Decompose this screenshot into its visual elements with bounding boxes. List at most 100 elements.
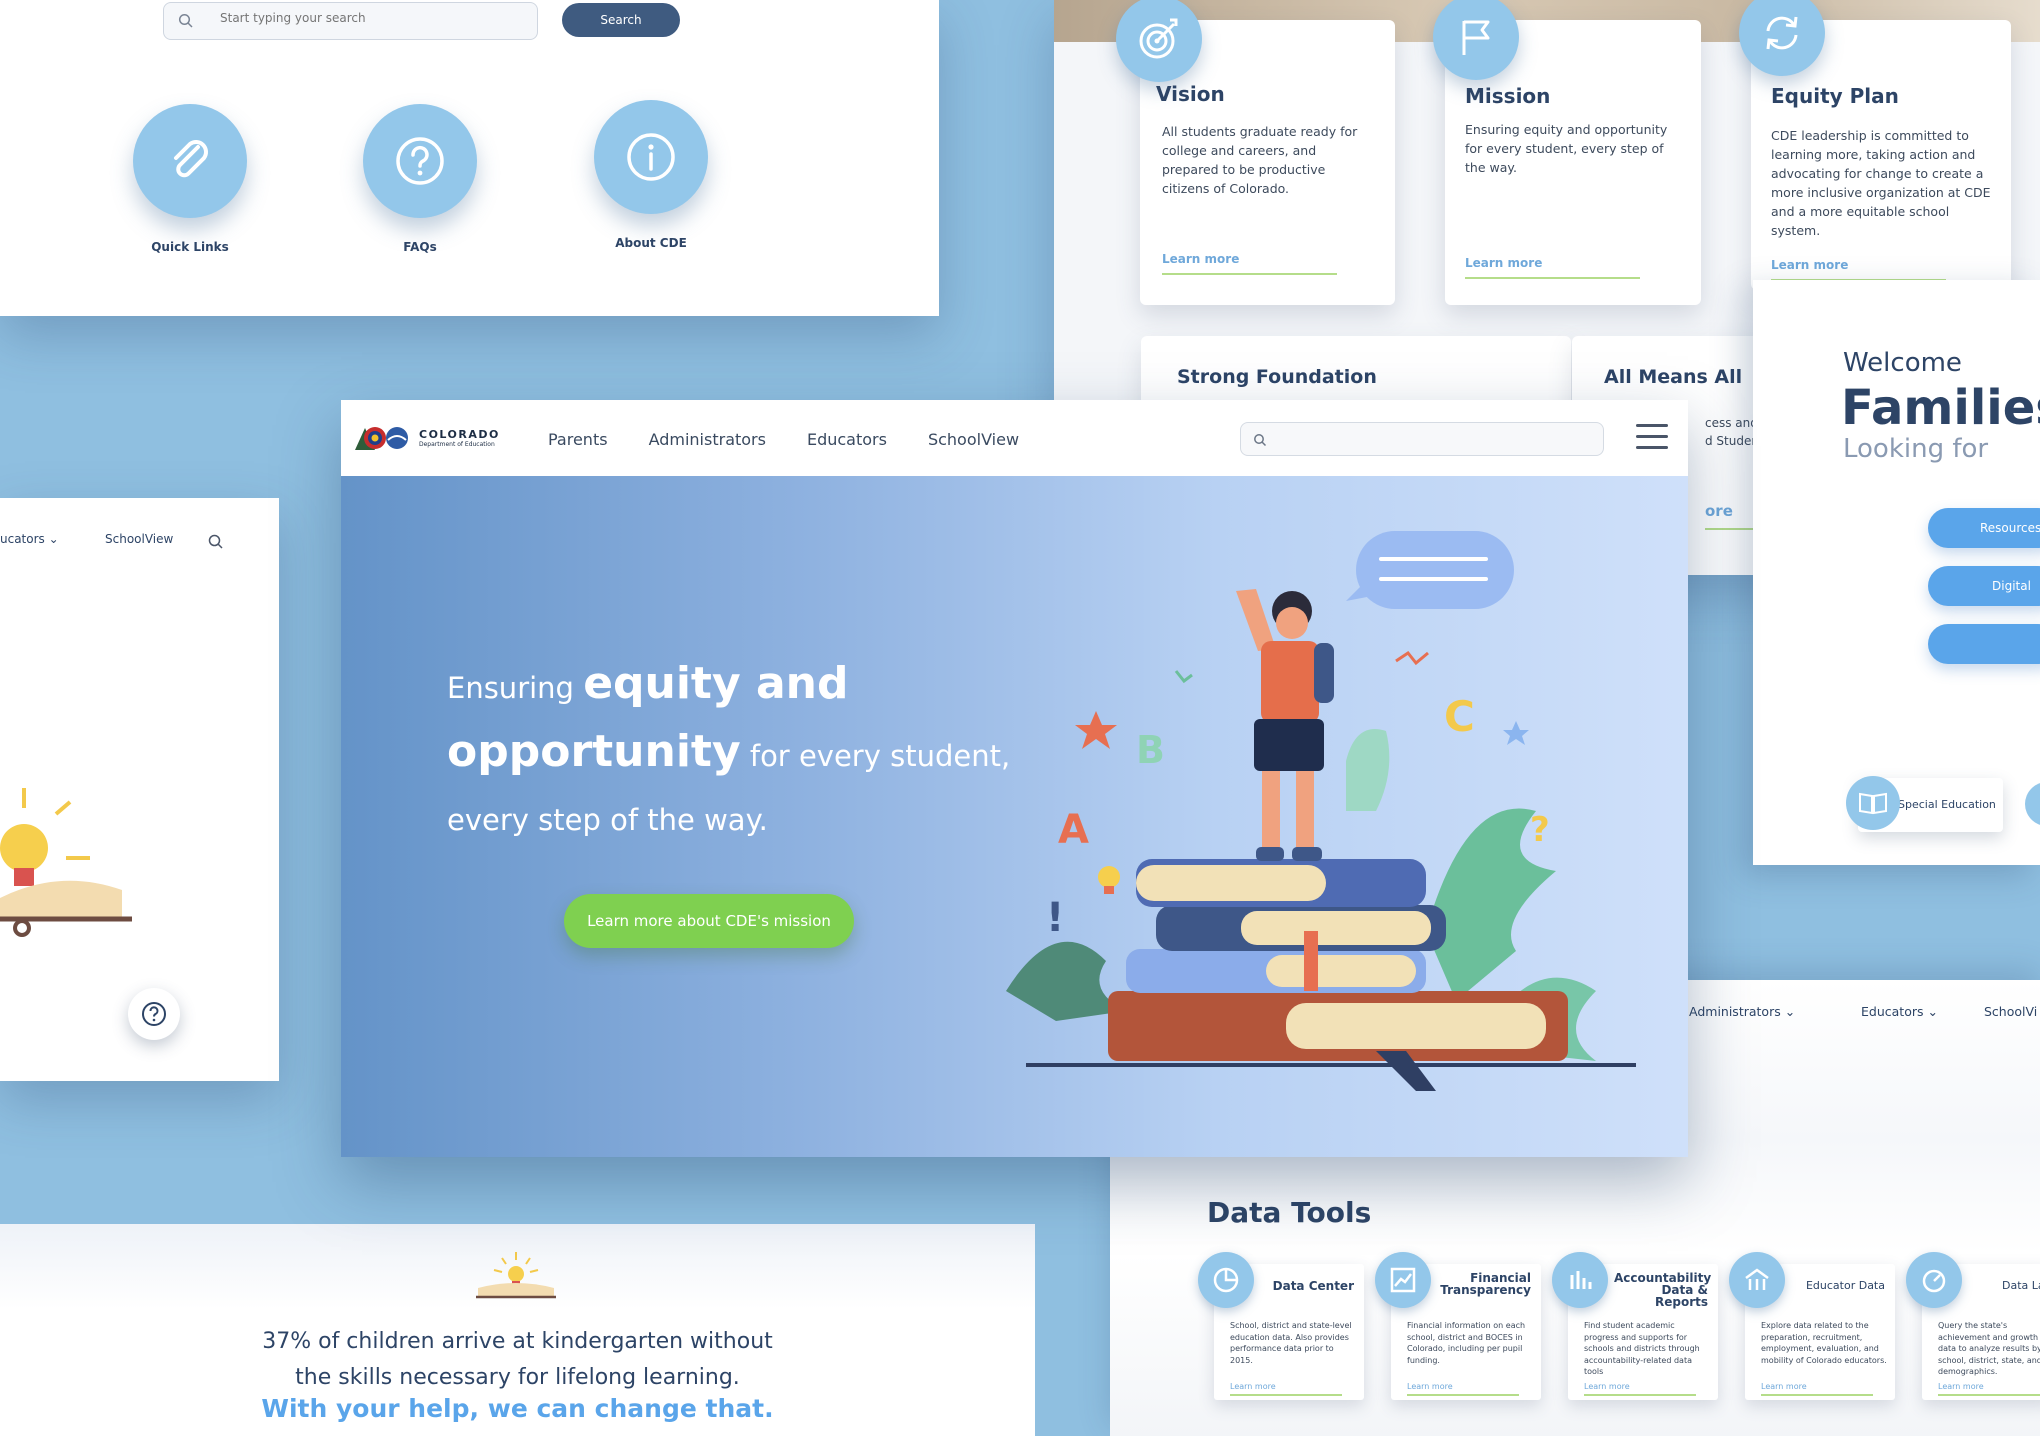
stats-panel: 37% of children arrive at kindergarten w… (0, 1224, 1035, 1436)
quick-links-item[interactable]: Quick Links (90, 104, 290, 254)
families-heading: Families (1841, 380, 2040, 436)
hamburger-menu-icon[interactable] (1636, 424, 1668, 450)
hero-bold-1: equity and (583, 658, 849, 709)
search-icon (178, 13, 194, 33)
nav-schoolview[interactable]: SchoolView (928, 430, 1019, 449)
data-center-learn-more-link[interactable]: Learn more (1230, 1382, 1342, 1396)
data-center-title: Data Center (1272, 1279, 1354, 1293)
financial-transparency-learn-more-link[interactable]: Learn more (1407, 1382, 1519, 1396)
hero-banner: Ensuring equity and opportunity for ever… (341, 476, 1688, 1157)
top-navigation: COLORADO Department of Education Parents… (341, 400, 1688, 476)
digital-pill-button[interactable]: Digital (1928, 566, 2040, 606)
cde-logo[interactable]: COLORADO Department of Education (353, 424, 500, 452)
question-icon (363, 104, 477, 218)
question-mark: ? (1530, 810, 1550, 850)
nav-educators[interactable]: Educators (807, 430, 887, 449)
help-button[interactable] (128, 988, 180, 1040)
quick-links-panel: Search Quick Links FAQs About CDE (0, 0, 939, 316)
bar-chart-icon (1552, 1252, 1608, 1308)
search-button[interactable]: Search (562, 3, 680, 37)
info-icon (594, 100, 708, 214)
letter-c: C (1444, 692, 1475, 741)
nav-schoolview[interactable]: SchoolView (105, 532, 173, 546)
equity-plan-title: Equity Plan (1771, 84, 1899, 108)
student-on-books-illustration: B C A ? ! (1006, 531, 1636, 1091)
hero-headline: Ensuring equity and opportunity for ever… (447, 652, 1067, 852)
quick-links-label: Quick Links (151, 240, 229, 254)
data-center-desc: School, district and state-level educati… (1230, 1321, 1352, 1365)
equity-plan-card: Equity Plan CDE leadership is committed … (1739, 0, 2011, 290)
accountability-data-title: Accountability Data & Reports (1614, 1271, 1712, 1309)
welcome-heading: Welcome (1843, 348, 1962, 378)
call-to-action-text: With your help, we can change that. (261, 1394, 774, 1423)
data-lab-title: Data Lal (2002, 1279, 2040, 1292)
equity-plan-text: CDE leadership is committed to learning … (1771, 128, 1991, 238)
strong-foundation-title: Strong Foundation (1177, 366, 1377, 388)
refresh-icon (1739, 0, 1825, 76)
accountability-data-learn-more-link[interactable]: Learn more (1584, 1382, 1696, 1396)
financial-transparency-title: Financial Transparency (1440, 1271, 1531, 1297)
stats-line: 37% of children arrive at kindergarten w… (262, 1329, 773, 1390)
educator-data-learn-more-link[interactable]: Learn more (1761, 1382, 1873, 1396)
search-icon[interactable] (208, 534, 224, 554)
special-education-label: Special Education (1898, 798, 1996, 811)
nav-educators-partial[interactable]: ucators ⌄ (0, 532, 59, 546)
nav-administrators[interactable]: Administrators (649, 430, 766, 449)
nav-educators[interactable]: Educators ⌄ (1861, 1004, 1938, 1019)
vision-card: Vision All students graduate ready for c… (1116, 0, 1395, 305)
trend-chart-icon (1375, 1252, 1431, 1308)
homepage-hero-panel: COLORADO Department of Education Parents… (341, 400, 1688, 1157)
letter-a: A (1058, 807, 1089, 853)
vision-learn-more-link[interactable]: Learn more (1162, 252, 1337, 275)
data-lab-desc: Query the state's achievement and growth… (1938, 1321, 2040, 1376)
financial-transparency-card[interactable]: Financial Transparency Financial informa… (1375, 1252, 1541, 1400)
stats-text: 37% of children arrive at kindergarten w… (0, 1324, 1035, 1396)
learn-more-mission-button[interactable]: Learn more about CDE's mission (564, 894, 854, 948)
pie-chart-icon (1198, 1252, 1254, 1308)
resources-pill-button[interactable]: Resources f (1928, 508, 2040, 548)
vision-text: All students graduate ready for college … (1162, 124, 1358, 196)
mission-card: Mission Ensuring equity and opportunity … (1433, 0, 1701, 305)
accountability-data-card[interactable]: Accountability Data & Reports Find stude… (1552, 1252, 1718, 1400)
nav-parents[interactable]: Parents (548, 430, 608, 449)
target-icon (1116, 0, 1202, 82)
mission-title: Mission (1465, 84, 1551, 108)
data-lab-card[interactable]: Data Lal Query the state's achievement a… (1906, 1252, 2040, 1400)
search-input[interactable] (220, 11, 520, 25)
hero-rest: for every student, (749, 739, 1011, 773)
data-lab-learn-more-link[interactable]: Learn more (1938, 1382, 2040, 1396)
header-search-input[interactable] (1240, 422, 1604, 456)
all-means-all-learn-more-link[interactable]: ore (1705, 502, 1733, 520)
nav-schoolview[interactable]: SchoolVi (1984, 1004, 2037, 1019)
blank-pill-button[interactable] (1928, 624, 2040, 664)
equity-plan-learn-more-link[interactable]: Learn more (1771, 258, 1946, 281)
search-icon (1253, 432, 1267, 451)
exclamation-mark: ! (1046, 895, 1064, 941)
special-education-button[interactable]: Special Education (1846, 776, 2003, 832)
search-field[interactable] (163, 2, 538, 40)
mission-learn-more-link[interactable]: Learn more (1465, 256, 1640, 279)
about-cde-item[interactable]: About CDE (551, 100, 751, 250)
logo-subtitle: Department of Education (419, 441, 495, 448)
lightbulb-book-icon (476, 1252, 556, 1299)
welcome-families-panel: Welcome Families Looking for Resources f… (1753, 280, 2040, 865)
lightbulb-book-illustration (0, 788, 132, 937)
about-cde-label: About CDE (615, 236, 687, 250)
faqs-item[interactable]: FAQs (320, 104, 520, 254)
book-icon (1846, 776, 1900, 830)
vision-title: Vision (1156, 82, 1225, 106)
hero-bold-2: opportunity (447, 726, 741, 777)
nav-administrators[interactable]: Administrators ⌄ (1689, 1004, 1795, 1019)
colorado-logo-icon (355, 427, 408, 450)
letter-b: B (1136, 728, 1165, 772)
mission-text: Ensuring equity and opportunity for ever… (1465, 122, 1668, 175)
data-center-card[interactable]: Data Center School, district and state-l… (1198, 1252, 1364, 1400)
educator-data-card[interactable]: Educator Data Explore data related to th… (1729, 1252, 1895, 1400)
accountability-data-desc: Find student academic progress and suppo… (1584, 1321, 1700, 1376)
logo-title: COLORADO (419, 428, 500, 441)
educator-data-desc: Explore data related to the preparation,… (1761, 1321, 1887, 1365)
school-icon (1729, 1252, 1785, 1308)
data-tools-heading: Data Tools (1207, 1196, 1372, 1229)
financial-transparency-desc: Financial information on each school, di… (1407, 1321, 1526, 1365)
looking-for-text: Looking for (1843, 434, 1989, 464)
